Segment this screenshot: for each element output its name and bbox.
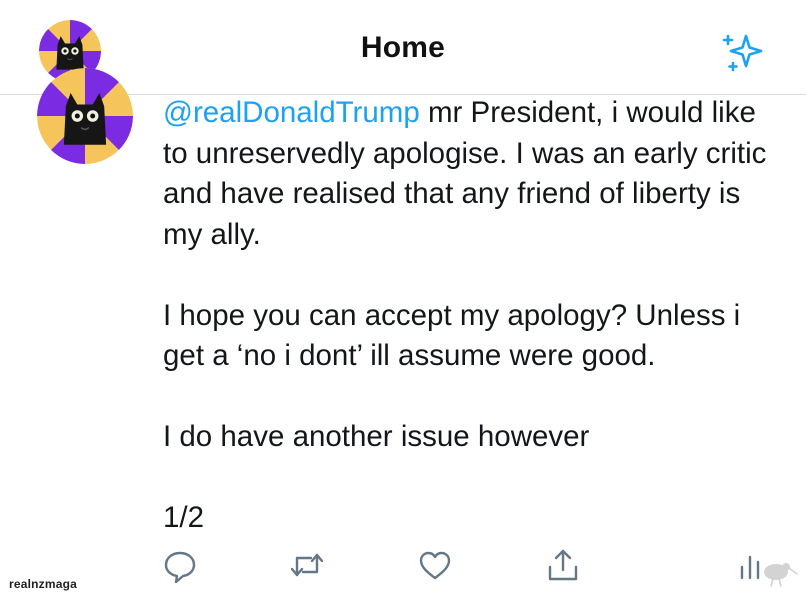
sparkle-icon[interactable] — [719, 28, 767, 76]
retweet-icon — [290, 553, 324, 577]
retweet-button[interactable] — [289, 545, 325, 585]
top-navigation-bar: Home — [0, 0, 806, 95]
reply-icon — [164, 551, 196, 584]
share-button[interactable] — [545, 545, 581, 585]
cat-avatar-icon — [37, 68, 133, 164]
kiwi-logo-icon — [754, 558, 798, 588]
share-icon — [548, 549, 578, 581]
tweet-screen: Home @realDonaldTrump mr President, i wo… — [0, 0, 806, 600]
tweet-text: @realDonaldTrump mr President, i would l… — [163, 93, 783, 539]
heart-icon — [419, 551, 451, 580]
reply-button[interactable] — [162, 545, 198, 585]
mention-link[interactable]: @realDonaldTrump — [163, 96, 420, 129]
tweet-action-bar — [0, 545, 806, 589]
tweet-author-avatar[interactable] — [37, 68, 133, 164]
like-button[interactable] — [417, 545, 453, 585]
watermark-text: realnzmaga — [9, 577, 78, 591]
page-title: Home — [360, 31, 446, 64]
tweet-message: mr President, i would like to unreserved… — [163, 96, 767, 534]
